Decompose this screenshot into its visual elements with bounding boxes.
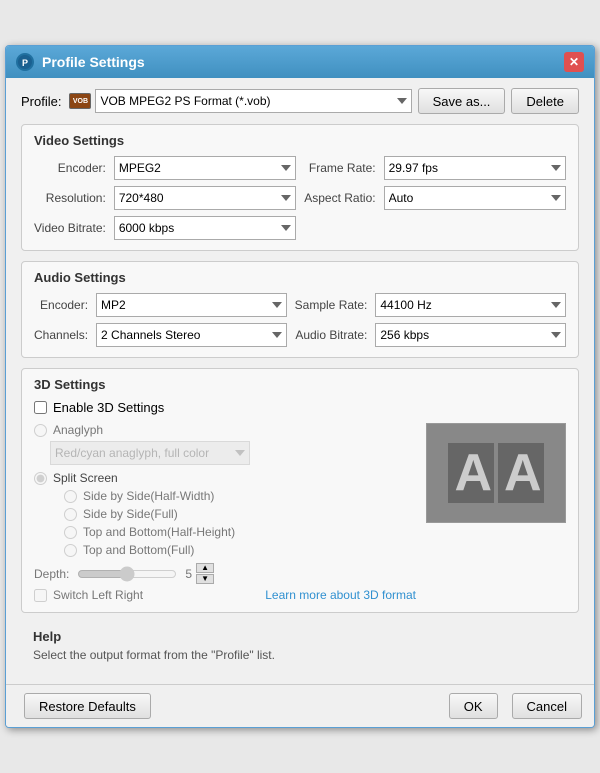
top-bottom-half-radio[interactable] bbox=[64, 526, 77, 539]
help-text: Select the output format from the "Profi… bbox=[33, 648, 567, 662]
side-by-side-full-label: Side by Side(Full) bbox=[83, 507, 178, 521]
encoder-label: Encoder: bbox=[34, 161, 106, 175]
depth-row: Depth: 5 ▲ ▼ bbox=[34, 563, 416, 584]
footer-right-buttons: OK Cancel bbox=[443, 693, 582, 719]
aspect-ratio-select[interactable]: Auto bbox=[384, 186, 566, 210]
enable-3d-label[interactable]: Enable 3D Settings bbox=[53, 400, 164, 415]
enable-3d-row: Enable 3D Settings bbox=[34, 400, 566, 415]
channels-select[interactable]: 2 Channels Stereo bbox=[96, 323, 287, 347]
aspect-ratio-label: Aspect Ratio: bbox=[304, 191, 375, 205]
switch-left-right-checkbox[interactable] bbox=[34, 589, 47, 602]
top-bottom-full-row: Top and Bottom(Full) bbox=[64, 543, 416, 557]
profile-row: Profile: VOB VOB MPEG2 PS Format (*.vob)… bbox=[21, 88, 579, 114]
audio-bitrate-label: Audio Bitrate: bbox=[295, 328, 368, 342]
resolution-select[interactable]: 720*480 bbox=[114, 186, 296, 210]
profile-settings-dialog: P Profile Settings ✕ Profile: VOB VOB MP… bbox=[5, 45, 595, 728]
learn-more-link[interactable]: Learn more about 3D format bbox=[265, 588, 416, 602]
app-icon: P bbox=[16, 53, 34, 71]
depth-slider[interactable] bbox=[77, 566, 177, 582]
side-by-side-half-label: Side by Side(Half-Width) bbox=[83, 489, 214, 503]
depth-spinner: ▲ ▼ bbox=[196, 563, 216, 584]
anaglyph-select-row: Red/cyan anaglyph, full color bbox=[34, 441, 416, 465]
side-by-side-half-radio[interactable] bbox=[64, 490, 77, 503]
depth-label: Depth: bbox=[34, 567, 69, 581]
audio-encoder-select[interactable]: MP2 bbox=[96, 293, 287, 317]
profile-format-icon: VOB bbox=[69, 93, 91, 109]
title-bar: P Profile Settings ✕ bbox=[6, 46, 594, 78]
threed-lower: Anaglyph Red/cyan anaglyph, full color S… bbox=[34, 423, 566, 602]
audio-bitrate-select[interactable]: 256 kbps bbox=[375, 323, 566, 347]
sample-rate-select[interactable]: 44100 Hz bbox=[375, 293, 566, 317]
switch-row: Switch Left Right Learn more about 3D fo… bbox=[34, 588, 416, 602]
split-screen-radio-row: Split Screen bbox=[34, 471, 416, 485]
profile-select[interactable]: VOB MPEG2 PS Format (*.vob) bbox=[95, 89, 411, 113]
dialog-footer: Restore Defaults OK Cancel bbox=[6, 684, 594, 727]
aa-right-letter: A bbox=[498, 443, 544, 503]
side-by-side-full-row: Side by Side(Full) bbox=[64, 507, 416, 521]
cancel-button[interactable]: Cancel bbox=[512, 693, 582, 719]
svg-text:P: P bbox=[22, 58, 28, 68]
enable-3d-checkbox[interactable] bbox=[34, 401, 47, 414]
audio-settings-title: Audio Settings bbox=[34, 270, 566, 285]
aa-left-letter: A bbox=[448, 443, 494, 503]
video-settings-title: Video Settings bbox=[34, 133, 566, 148]
split-screen-radio[interactable] bbox=[34, 472, 47, 485]
side-by-side-full-radio[interactable] bbox=[64, 508, 77, 521]
side-by-side-half-row: Side by Side(Half-Width) bbox=[64, 489, 416, 503]
dialog-body: Profile: VOB VOB MPEG2 PS Format (*.vob)… bbox=[6, 78, 594, 684]
sample-rate-label: Sample Rate: bbox=[295, 298, 368, 312]
depth-value: 5 bbox=[185, 567, 192, 581]
threed-left-panel: Anaglyph Red/cyan anaglyph, full color S… bbox=[34, 423, 416, 602]
audio-settings-grid: Encoder: MP2 Sample Rate: 44100 Hz Chann… bbox=[34, 293, 566, 347]
video-bitrate-select[interactable]: 6000 kbps bbox=[114, 216, 296, 240]
restore-defaults-button[interactable]: Restore Defaults bbox=[24, 693, 151, 719]
resolution-label: Resolution: bbox=[34, 191, 106, 205]
video-settings-section: Video Settings Encoder: MPEG2 Frame Rate… bbox=[21, 124, 579, 251]
help-section: Help Select the output format from the "… bbox=[21, 623, 579, 668]
dialog-title: Profile Settings bbox=[42, 54, 564, 70]
depth-up-button[interactable]: ▲ bbox=[196, 563, 214, 573]
top-bottom-half-label: Top and Bottom(Half-Height) bbox=[83, 525, 235, 539]
anaglyph-select: Red/cyan anaglyph, full color bbox=[50, 441, 250, 465]
anaglyph-label[interactable]: Anaglyph bbox=[53, 423, 103, 437]
top-bottom-full-radio[interactable] bbox=[64, 544, 77, 557]
close-button[interactable]: ✕ bbox=[564, 52, 584, 72]
help-title: Help bbox=[33, 629, 567, 644]
save-as-button[interactable]: Save as... bbox=[418, 88, 506, 114]
ok-button[interactable]: OK bbox=[449, 693, 498, 719]
video-encoder-select[interactable]: MPEG2 bbox=[114, 156, 296, 180]
profile-label: Profile: bbox=[21, 94, 61, 109]
top-bottom-full-label: Top and Bottom(Full) bbox=[83, 543, 194, 557]
top-bottom-half-row: Top and Bottom(Half-Height) bbox=[64, 525, 416, 539]
threed-preview: A A bbox=[426, 423, 566, 523]
channels-label: Channels: bbox=[34, 328, 88, 342]
video-bitrate-label: Video Bitrate: bbox=[34, 221, 106, 235]
audio-settings-section: Audio Settings Encoder: MP2 Sample Rate:… bbox=[21, 261, 579, 358]
frame-rate-label: Frame Rate: bbox=[304, 161, 375, 175]
switch-left-right-label[interactable]: Switch Left Right bbox=[53, 588, 143, 602]
depth-down-button[interactable]: ▼ bbox=[196, 574, 214, 584]
delete-button[interactable]: Delete bbox=[511, 88, 579, 114]
video-settings-grid: Encoder: MPEG2 Frame Rate: 29.97 fps Res… bbox=[34, 156, 566, 240]
aa-preview-text: A A bbox=[448, 443, 543, 503]
split-screen-label[interactable]: Split Screen bbox=[53, 471, 118, 485]
frame-rate-select[interactable]: 29.97 fps bbox=[384, 156, 566, 180]
split-screen-options: Side by Side(Half-Width) Side by Side(Fu… bbox=[34, 489, 416, 557]
audio-encoder-label: Encoder: bbox=[34, 298, 88, 312]
anaglyph-radio[interactable] bbox=[34, 424, 47, 437]
anaglyph-radio-row: Anaglyph bbox=[34, 423, 416, 437]
threed-settings-title: 3D Settings bbox=[34, 377, 566, 392]
threed-settings-section: 3D Settings Enable 3D Settings Anaglyph … bbox=[21, 368, 579, 613]
